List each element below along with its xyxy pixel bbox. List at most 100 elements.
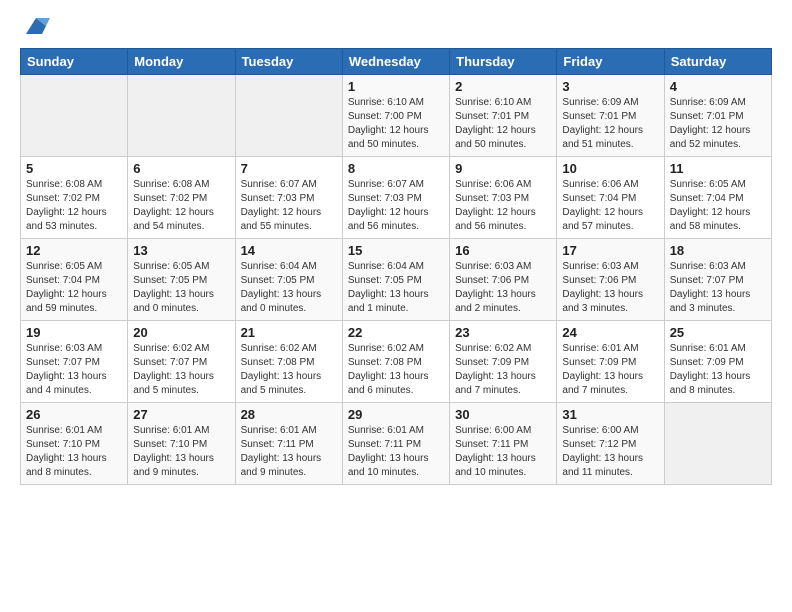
calendar-cell xyxy=(664,403,771,485)
day-info: Sunrise: 6:08 AM Sunset: 7:02 PM Dayligh… xyxy=(26,178,122,234)
calendar-cell: 2 Sunrise: 6:10 AM Sunset: 7:01 PM Daylig… xyxy=(450,75,557,157)
calendar-cell: 9 Sunrise: 6:06 AM Sunset: 7:03 PM Daylig… xyxy=(450,157,557,239)
day-info: Sunrise: 6:10 AM Sunset: 7:01 PM Dayligh… xyxy=(455,96,551,152)
day-info: Sunrise: 6:02 AM Sunset: 7:08 PM Dayligh… xyxy=(348,342,444,398)
day-number: 6 xyxy=(133,161,229,176)
day-info: Sunrise: 6:05 AM Sunset: 7:05 PM Dayligh… xyxy=(133,260,229,316)
day-info: Sunrise: 6:07 AM Sunset: 7:03 PM Dayligh… xyxy=(348,178,444,234)
calendar-week-row: 12 Sunrise: 6:05 AM Sunset: 7:04 PM Dayli… xyxy=(21,239,772,321)
day-number: 9 xyxy=(455,161,551,176)
day-number: 11 xyxy=(670,161,766,176)
calendar-cell: 21Sunrise: 6:02 AM Sunset: 7:08 PM Dayli… xyxy=(235,321,342,403)
day-info: Sunrise: 6:01 AM Sunset: 7:09 PM Dayligh… xyxy=(562,342,658,398)
calendar-cell: 25Sunrise: 6:01 AM Sunset: 7:09 PM Dayli… xyxy=(664,321,771,403)
day-info: Sunrise: 6:06 AM Sunset: 7:04 PM Dayligh… xyxy=(562,178,658,234)
calendar-cell: 1 Sunrise: 6:10 AM Sunset: 7:00 PM Daylig… xyxy=(342,75,449,157)
day-number: 5 xyxy=(26,161,122,176)
calendar-cell: 10 Sunrise: 6:06 AM Sunset: 7:04 PM Dayli… xyxy=(557,157,664,239)
day-number: 22 xyxy=(348,325,444,340)
calendar-cell: 26 Sunrise: 6:01 AM Sunset: 7:10 PM Dayli… xyxy=(21,403,128,485)
calendar-cell: 12 Sunrise: 6:05 AM Sunset: 7:04 PM Dayli… xyxy=(21,239,128,321)
calendar-cell: 22 Sunrise: 6:02 AM Sunset: 7:08 PM Dayli… xyxy=(342,321,449,403)
weekday-header-tuesday: Tuesday xyxy=(235,49,342,75)
calendar-week-row: 19 Sunrise: 6:03 AM Sunset: 7:07 PM Dayli… xyxy=(21,321,772,403)
day-number: 17 xyxy=(562,243,658,258)
day-info: Sunrise: 6:03 AM Sunset: 7:06 PM Dayligh… xyxy=(455,260,551,316)
calendar-cell xyxy=(21,75,128,157)
day-number: 2 xyxy=(455,79,551,94)
day-number: 24 xyxy=(562,325,658,340)
day-number: 18 xyxy=(670,243,766,258)
calendar-cell: 13Sunrise: 6:05 AM Sunset: 7:05 PM Dayli… xyxy=(128,239,235,321)
day-info: Sunrise: 6:00 AM Sunset: 7:11 PM Dayligh… xyxy=(455,424,551,480)
day-number: 10 xyxy=(562,161,658,176)
weekday-header-row: SundayMondayTuesdayWednesdayThursdayFrid… xyxy=(21,49,772,75)
day-number: 8 xyxy=(348,161,444,176)
day-info: Sunrise: 6:04 AM Sunset: 7:05 PM Dayligh… xyxy=(241,260,337,316)
calendar-cell: 6 Sunrise: 6:08 AM Sunset: 7:02 PM Daylig… xyxy=(128,157,235,239)
calendar-week-row: 26 Sunrise: 6:01 AM Sunset: 7:10 PM Dayli… xyxy=(21,403,772,485)
day-info: Sunrise: 6:02 AM Sunset: 7:09 PM Dayligh… xyxy=(455,342,551,398)
day-number: 31 xyxy=(562,407,658,422)
day-number: 7 xyxy=(241,161,337,176)
day-number: 1 xyxy=(348,79,444,94)
day-number: 25 xyxy=(670,325,766,340)
day-info: Sunrise: 6:04 AM Sunset: 7:05 PM Dayligh… xyxy=(348,260,444,316)
day-info: Sunrise: 6:09 AM Sunset: 7:01 PM Dayligh… xyxy=(670,96,766,152)
page: SundayMondayTuesdayWednesdayThursdayFrid… xyxy=(0,0,792,612)
calendar-cell: 18 Sunrise: 6:03 AM Sunset: 7:07 PM Dayli… xyxy=(664,239,771,321)
calendar-week-row: 5 Sunrise: 6:08 AM Sunset: 7:02 PM Daylig… xyxy=(21,157,772,239)
calendar-cell: 3Sunrise: 6:09 AM Sunset: 7:01 PM Daylig… xyxy=(557,75,664,157)
calendar-cell: 15 Sunrise: 6:04 AM Sunset: 7:05 PM Dayli… xyxy=(342,239,449,321)
calendar-table: SundayMondayTuesdayWednesdayThursdayFrid… xyxy=(20,48,772,485)
calendar-cell: 20 Sunrise: 6:02 AM Sunset: 7:07 PM Dayli… xyxy=(128,321,235,403)
day-info: Sunrise: 6:02 AM Sunset: 7:07 PM Dayligh… xyxy=(133,342,229,398)
day-number: 19 xyxy=(26,325,122,340)
calendar-cell: 11 Sunrise: 6:05 AM Sunset: 7:04 PM Dayli… xyxy=(664,157,771,239)
calendar-cell: 30Sunrise: 6:00 AM Sunset: 7:11 PM Dayli… xyxy=(450,403,557,485)
calendar-cell: 29Sunrise: 6:01 AM Sunset: 7:11 PM Dayli… xyxy=(342,403,449,485)
day-info: Sunrise: 6:07 AM Sunset: 7:03 PM Dayligh… xyxy=(241,178,337,234)
day-info: Sunrise: 6:01 AM Sunset: 7:10 PM Dayligh… xyxy=(26,424,122,480)
day-number: 3 xyxy=(562,79,658,94)
day-info: Sunrise: 6:10 AM Sunset: 7:00 PM Dayligh… xyxy=(348,96,444,152)
day-info: Sunrise: 6:03 AM Sunset: 7:07 PM Dayligh… xyxy=(26,342,122,398)
day-info: Sunrise: 6:05 AM Sunset: 7:04 PM Dayligh… xyxy=(670,178,766,234)
day-number: 16 xyxy=(455,243,551,258)
day-number: 26 xyxy=(26,407,122,422)
calendar-cell: 16 Sunrise: 6:03 AM Sunset: 7:06 PM Dayli… xyxy=(450,239,557,321)
logo xyxy=(20,16,50,40)
day-info: Sunrise: 6:01 AM Sunset: 7:10 PM Dayligh… xyxy=(133,424,229,480)
calendar-cell: 28 Sunrise: 6:01 AM Sunset: 7:11 PM Dayli… xyxy=(235,403,342,485)
calendar-cell: 27 Sunrise: 6:01 AM Sunset: 7:10 PM Dayli… xyxy=(128,403,235,485)
day-info: Sunrise: 6:06 AM Sunset: 7:03 PM Dayligh… xyxy=(455,178,551,234)
day-info: Sunrise: 6:03 AM Sunset: 7:06 PM Dayligh… xyxy=(562,260,658,316)
day-info: Sunrise: 6:03 AM Sunset: 7:07 PM Dayligh… xyxy=(670,260,766,316)
calendar-cell: 4 Sunrise: 6:09 AM Sunset: 7:01 PM Daylig… xyxy=(664,75,771,157)
day-number: 15 xyxy=(348,243,444,258)
calendar-cell: 23 Sunrise: 6:02 AM Sunset: 7:09 PM Dayli… xyxy=(450,321,557,403)
calendar-cell xyxy=(235,75,342,157)
day-number: 27 xyxy=(133,407,229,422)
logo-icon xyxy=(22,12,50,40)
calendar-cell: 24 Sunrise: 6:01 AM Sunset: 7:09 PM Dayli… xyxy=(557,321,664,403)
day-number: 23 xyxy=(455,325,551,340)
calendar-cell: 19 Sunrise: 6:03 AM Sunset: 7:07 PM Dayli… xyxy=(21,321,128,403)
calendar-week-row: 1 Sunrise: 6:10 AM Sunset: 7:00 PM Daylig… xyxy=(21,75,772,157)
calendar-cell xyxy=(128,75,235,157)
weekday-header-friday: Friday xyxy=(557,49,664,75)
day-number: 12 xyxy=(26,243,122,258)
calendar-cell: 17 Sunrise: 6:03 AM Sunset: 7:06 PM Dayli… xyxy=(557,239,664,321)
day-number: 28 xyxy=(241,407,337,422)
day-number: 4 xyxy=(670,79,766,94)
calendar-cell: 31Sunrise: 6:00 AM Sunset: 7:12 PM Dayli… xyxy=(557,403,664,485)
day-info: Sunrise: 6:01 AM Sunset: 7:11 PM Dayligh… xyxy=(348,424,444,480)
weekday-header-saturday: Saturday xyxy=(664,49,771,75)
weekday-header-monday: Monday xyxy=(128,49,235,75)
day-info: Sunrise: 6:05 AM Sunset: 7:04 PM Dayligh… xyxy=(26,260,122,316)
day-info: Sunrise: 6:01 AM Sunset: 7:11 PM Dayligh… xyxy=(241,424,337,480)
day-info: Sunrise: 6:08 AM Sunset: 7:02 PM Dayligh… xyxy=(133,178,229,234)
calendar-cell: 7 Sunrise: 6:07 AM Sunset: 7:03 PM Daylig… xyxy=(235,157,342,239)
day-number: 20 xyxy=(133,325,229,340)
day-number: 14 xyxy=(241,243,337,258)
